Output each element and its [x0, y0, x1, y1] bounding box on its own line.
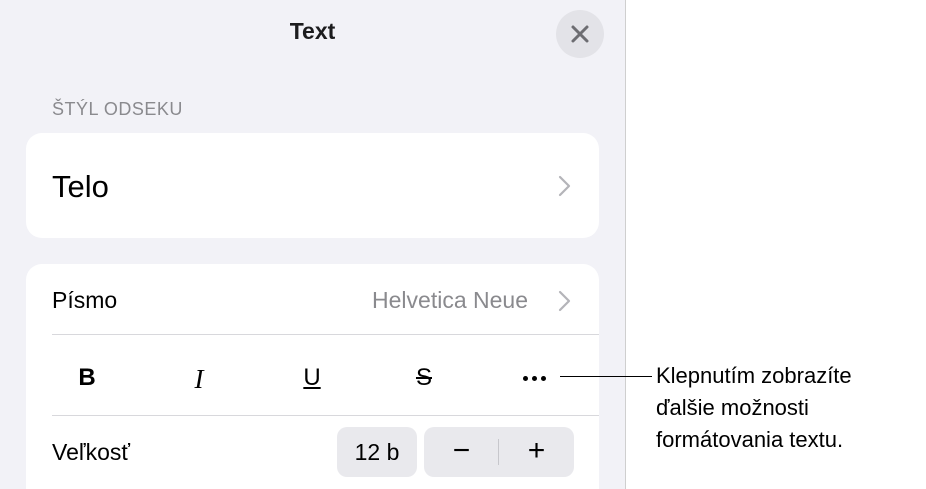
callout-text: Klepnutím zobrazíte ďalšie možnosti form… [656, 360, 926, 456]
callout-line-1: Klepnutím zobrazíte [656, 363, 852, 388]
underline-button[interactable]: U [292, 364, 332, 392]
divider [52, 415, 599, 416]
bold-button[interactable]: B [67, 364, 107, 392]
text-options-card: Písmo Helvetica Neue B I U S Veľkosť 12 … [26, 264, 599, 489]
paragraph-style-row[interactable]: Telo [26, 133, 599, 238]
ellipsis-icon [532, 376, 537, 381]
callout-line-3: formátovania textu. [656, 427, 844, 452]
italic-button[interactable]: I [179, 364, 219, 395]
font-row[interactable]: Písmo Helvetica Neue [26, 264, 599, 334]
decrease-size-button[interactable]: − [424, 427, 499, 477]
panel-title: Text [289, 18, 336, 44]
strikethrough-button[interactable]: S [404, 364, 444, 392]
text-format-panel: Text ŠTÝL ODSEKU Telo Písmo Helvetica Ne… [0, 0, 626, 489]
size-label: Veľkosť [52, 439, 130, 465]
paragraph-style-value: Telo [52, 169, 109, 204]
more-options-button[interactable] [520, 372, 550, 386]
font-size-value[interactable]: 12 b [337, 427, 417, 477]
font-value: Helvetica Neue [372, 287, 528, 313]
callout-leader-line [560, 376, 652, 377]
ellipsis-icon [541, 376, 546, 381]
callout-line-2: ďalšie možnosti [656, 395, 809, 420]
chevron-right-icon [558, 175, 571, 197]
ellipsis-icon [523, 376, 528, 381]
divider [52, 334, 599, 335]
paragraph-style-section-label: ŠTÝL ODSEKU [52, 99, 183, 119]
chevron-right-icon [558, 290, 571, 312]
close-button[interactable] [556, 10, 604, 58]
close-icon [571, 25, 589, 43]
font-size-stepper: − + [424, 427, 574, 477]
font-label: Písmo [52, 287, 118, 313]
increase-size-button[interactable]: + [499, 427, 574, 477]
